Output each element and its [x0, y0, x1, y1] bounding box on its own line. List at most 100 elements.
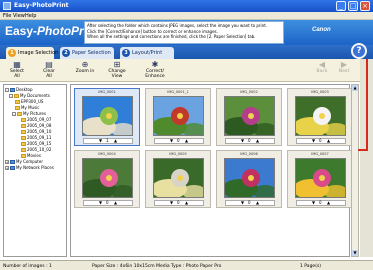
scroll-down-icon[interactable]: ▼ [352, 250, 358, 256]
menu-help[interactable]: Help [25, 13, 36, 19]
tree-item-2005-09-08[interactable]: 2005_09_08 [21, 123, 51, 128]
folder-tree[interactable]: - Desktop - My Documents EPP300_US My Musi… [3, 84, 67, 257]
copies-stepper[interactable]: ▼ 0 ▲ [296, 200, 346, 206]
copies-count: 0 [248, 200, 251, 205]
thumbnail-card[interactable]: IMG_0006 ▼ 0 ▲ [216, 150, 282, 208]
copies-stepper[interactable]: ▼ 0 ▲ [154, 200, 204, 206]
tree-item-2005-09-10[interactable]: 2005_09_10 [21, 129, 51, 134]
scroll-up-icon[interactable]: ▲ [352, 85, 358, 91]
title-bar: Easy-PhotoPrint _ □ × [0, 0, 373, 12]
thumbnail-image[interactable] [153, 96, 204, 136]
increment-icon[interactable]: ▲ [114, 201, 117, 205]
tab-label: Layout/Print [132, 50, 163, 56]
decrement-icon[interactable]: ▼ [241, 139, 244, 143]
increment-icon[interactable]: ▲ [256, 201, 259, 205]
thumbnail-image[interactable] [153, 158, 204, 198]
help-button[interactable]: ? [351, 43, 367, 59]
thumbnail-card[interactable]: IMG_0007 ▼ 0 ▲ [287, 150, 353, 208]
tree-item-my-network-places[interactable]: + My Network Places [5, 165, 54, 170]
folder-icon [21, 148, 26, 152]
tree-item-movies[interactable]: Movies [21, 153, 41, 158]
copies-count: 0 [177, 200, 180, 205]
copies-stepper[interactable]: ▼ 1 ▲ [83, 138, 133, 144]
tree-item-my-music[interactable]: My Music [15, 105, 39, 110]
copies-stepper[interactable]: ▼ 0 ▲ [83, 200, 133, 206]
zoom-in-button[interactable]: ⊕ Zoom in [70, 60, 100, 81]
tab-layout-print[interactable]: 3 Layout/Print [120, 47, 174, 59]
thumbnail-filename: IMG_0004 [98, 152, 116, 156]
menu-view[interactable]: View [13, 13, 25, 19]
correct-enhance-button[interactable]: ✱ Correct/ Enhance [140, 60, 170, 81]
increment-icon[interactable]: ▲ [185, 201, 188, 205]
decrement-icon[interactable]: ▼ [312, 201, 315, 205]
thumbnail-card[interactable]: IMG_0001 ▼ 1 ▲ [74, 88, 140, 146]
tree-item-my-documents[interactable]: - My Documents [9, 93, 50, 98]
status-pages: 1 Page(s) [300, 264, 322, 269]
status-bar: Number of images : 1 Paper Size : 4x6in … [0, 260, 373, 270]
decrement-icon[interactable]: ▼ [170, 201, 173, 205]
instruction-line: After selecting the folder which contain… [87, 23, 268, 28]
thumbnail-filename: IMG_0007 [311, 152, 329, 156]
computer-icon [10, 160, 15, 164]
tab-paper-selection[interactable]: 2 Paper Selection [60, 47, 114, 59]
maximize-button[interactable]: □ [348, 1, 358, 11]
next-arrow-icon: ▶ [340, 60, 348, 69]
back-button[interactable]: ◀ Back [312, 60, 332, 81]
wand-icon: ✱ [151, 60, 159, 69]
tree-item-epp300[interactable]: EPP300_US [15, 99, 43, 104]
thumbnail-image[interactable] [295, 96, 346, 136]
thumbnail-image[interactable] [224, 96, 275, 136]
select-all-button[interactable]: ▦ Select All [2, 60, 32, 81]
clear-all-button[interactable]: ▤ Clear All [34, 60, 64, 81]
increment-icon[interactable]: ▲ [114, 139, 117, 143]
copies-count: 0 [106, 200, 109, 205]
change-view-icon: ⊞ [113, 60, 121, 69]
decrement-icon[interactable]: ▼ [99, 201, 102, 205]
tree-item-my-pictures[interactable]: - My Pictures [12, 111, 46, 116]
next-button[interactable]: ▶ Next [334, 60, 354, 81]
close-button[interactable]: × [360, 1, 370, 11]
decrement-icon[interactable]: ▼ [241, 201, 244, 205]
thumbnail-card[interactable]: IMG_0005 ▼ 0 ▲ [145, 150, 211, 208]
thumbnail-scrollbar[interactable]: ▲ ▼ [351, 84, 359, 257]
copies-stepper[interactable]: ▼ 0 ▲ [296, 138, 346, 144]
thumbnail-image[interactable] [224, 158, 275, 198]
copies-stepper[interactable]: ▼ 0 ▲ [225, 200, 275, 206]
tree-item-desktop[interactable]: - Desktop [5, 87, 33, 92]
select-all-icon: ▦ [13, 60, 21, 69]
thumbnail-card[interactable]: IMG_0001_1 ▼ 0 ▲ [145, 88, 211, 146]
decrement-icon[interactable]: ▼ [99, 139, 102, 143]
decrement-icon[interactable]: ▼ [170, 139, 173, 143]
tree-item-2005-10-02[interactable]: 2005_10_02 [21, 147, 51, 152]
folder-icon [17, 112, 22, 116]
thumbnail-image[interactable] [82, 158, 133, 198]
thumbnail-image[interactable] [82, 96, 133, 136]
clear-all-icon: ▤ [45, 60, 53, 69]
tab-number: 3 [122, 49, 130, 57]
thumbnail-card[interactable]: IMG_0004 ▼ 0 ▲ [74, 150, 140, 208]
tree-item-2005-09-15[interactable]: 2005_09_15 [21, 141, 51, 146]
thumbnail-card[interactable]: IMG_0002 ▼ 0 ▲ [216, 88, 282, 146]
change-view-button[interactable]: ⊞ Change View [102, 60, 132, 81]
menu-file[interactable]: File [3, 13, 11, 19]
tree-item-2005-09-11[interactable]: 2005_09_11 [21, 135, 51, 140]
decrement-icon[interactable]: ▼ [312, 139, 315, 143]
increment-icon[interactable]: ▲ [185, 139, 188, 143]
callout-line [358, 149, 368, 151]
folder-icon [15, 100, 20, 104]
copies-stepper[interactable]: ▼ 0 ▲ [154, 138, 204, 144]
tree-item-my-computer[interactable]: + My Computer [5, 159, 43, 164]
increment-icon[interactable]: ▲ [327, 139, 330, 143]
increment-icon[interactable]: ▲ [256, 139, 259, 143]
folder-icon [21, 142, 26, 146]
minimize-button[interactable]: _ [336, 1, 346, 11]
thumbnail-filename: IMG_0003 [311, 90, 329, 94]
tab-image-selection[interactable]: 1 Image Selection [6, 47, 58, 59]
tree-item-2005-09-07[interactable]: 2005_09_07 [21, 117, 51, 122]
copies-stepper[interactable]: ▼ 0 ▲ [225, 138, 275, 144]
tab-number: 1 [8, 49, 16, 57]
increment-icon[interactable]: ▲ [327, 201, 330, 205]
thumbnail-card[interactable]: IMG_0003 ▼ 0 ▲ [287, 88, 353, 146]
thumbnail-image[interactable] [295, 158, 346, 198]
tab-bar: 1 Image Selection 2 Paper Selection 3 Layou… [0, 45, 373, 59]
